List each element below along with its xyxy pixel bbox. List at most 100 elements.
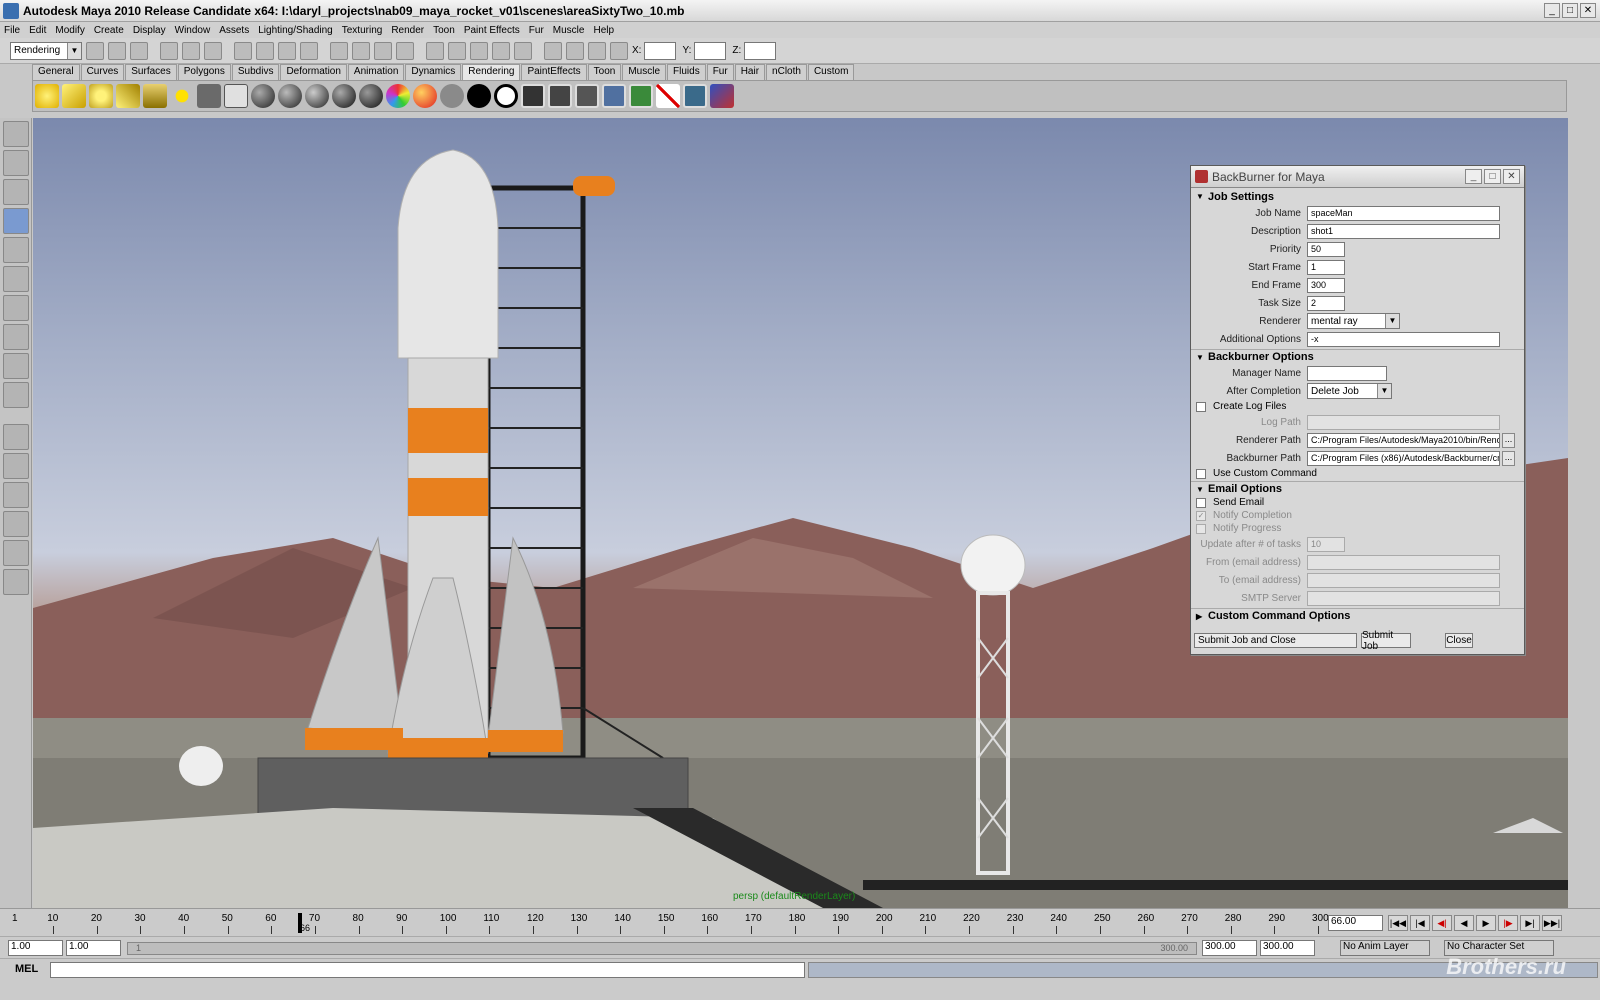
area-light-icon[interactable] [143,84,167,108]
paint-select-tool-icon[interactable] [3,179,29,205]
cancel-render-icon[interactable] [656,84,680,108]
shelf-tab-surfaces[interactable]: Surfaces [125,64,177,80]
play-forwards-icon[interactable]: ▶ [1476,915,1496,931]
move-tool-icon[interactable] [3,208,29,234]
directional-light-icon[interactable] [62,84,86,108]
snap-point-icon[interactable] [278,41,296,60]
renderer-path-field[interactable]: C:/Program Files/Autodesk/Maya2010/bin/R… [1307,432,1500,448]
blinn-sphere-icon[interactable] [278,84,302,108]
menu-create[interactable]: Create [94,25,124,36]
select-hierarchy-icon[interactable] [160,41,178,60]
play-backwards-icon[interactable]: ◀ [1454,915,1474,931]
dialog-maximize-button[interactable]: □ [1484,169,1501,184]
batch-render-icon[interactable] [588,41,606,60]
camera-icon[interactable] [197,84,221,108]
spot-light-icon[interactable] [116,84,140,108]
shelf-tab-animation[interactable]: Animation [347,64,405,80]
ambient-light-icon[interactable] [35,84,59,108]
select-object-icon[interactable] [182,41,200,60]
z-field[interactable] [744,41,777,60]
job-settings-header[interactable]: ▼ Job Settings [1191,189,1524,204]
mel-label[interactable]: MEL [15,963,38,975]
email-options-header[interactable]: ▼ Email Options [1191,481,1524,496]
menu-window[interactable]: Window [175,25,211,36]
history-icon[interactable] [330,41,348,60]
outliner-icon[interactable] [514,41,532,60]
hypershade-layout-icon[interactable] [3,540,29,566]
current-frame-field[interactable]: 66.00 [1328,915,1383,931]
manager-name-field[interactable] [1307,365,1387,381]
maximize-button[interactable]: □ [1562,3,1578,18]
ramp-shader-icon[interactable] [386,84,410,108]
render-view-icon[interactable] [566,41,584,60]
menu-render[interactable]: Render [391,25,424,36]
snap-plane-icon[interactable] [300,41,318,60]
shelf-tab-general[interactable]: General [32,64,80,80]
create-log-files-checkbox[interactable]: Create Log Files [1191,400,1524,413]
shelf-tab-fur[interactable]: Fur [706,64,734,80]
persp-graph-layout-icon[interactable] [3,482,29,508]
step-forward-key-icon[interactable]: ▶| [1520,915,1540,931]
open-scene-icon[interactable] [108,41,126,60]
step-back-frame-icon[interactable]: ◀| [1432,915,1452,931]
end-frame-field[interactable]: 300 [1307,277,1345,293]
render-settings-icon[interactable] [396,41,414,60]
menu-modify[interactable]: Modify [55,25,84,36]
minimize-button[interactable]: _ [1544,3,1560,18]
lock-icon[interactable] [426,41,444,60]
dialog-minimize-button[interactable]: _ [1465,169,1482,184]
additional-options-field[interactable]: -x [1307,331,1500,347]
time-slider[interactable]: 1 10 20 30 40 50 60 70 80 90 100 110 120 130 140 150 16… [0,908,1600,936]
task-size-field[interactable]: 2 [1307,295,1345,311]
command-input[interactable] [50,962,805,978]
ipr-shelf-icon[interactable] [602,84,626,108]
playback-start-field[interactable]: 1.00 [66,940,121,956]
send-email-checkbox[interactable]: Send Email [1191,496,1524,509]
custom-command-options-header[interactable]: ▶ Custom Command Options [1191,608,1524,623]
volume-light-icon[interactable] [170,84,194,108]
universal-manipulator-icon[interactable] [3,295,29,321]
menu-muscle[interactable]: Muscle [553,25,585,36]
submit-job-and-close-button[interactable]: Submit Job and Close [1194,633,1357,648]
batch-render-shelf-icon[interactable] [575,84,599,108]
render-frame-icon[interactable] [352,41,370,60]
hypershade-shelf-icon[interactable] [629,84,653,108]
shelf-tab-dynamics[interactable]: Dynamics [405,64,462,80]
four-view-layout-icon[interactable] [3,453,29,479]
menu-help[interactable]: Help [593,25,614,36]
go-to-end-icon[interactable]: ▶▶| [1542,915,1562,931]
menu-file[interactable]: File [4,25,20,36]
soft-mod-tool-icon[interactable] [3,324,29,350]
tool-settings-icon[interactable] [492,41,510,60]
menu-paint-effects[interactable]: Paint Effects [464,25,520,36]
phonge-sphere-icon[interactable] [332,84,356,108]
render-layer-editor-icon[interactable] [224,84,248,108]
snap-curve-icon[interactable] [256,41,274,60]
lasso-tool-icon[interactable] [3,150,29,176]
description-field[interactable]: shot1 [1307,223,1500,239]
shelf-tab-hair[interactable]: Hair [734,64,766,80]
shelf-tab-subdivs[interactable]: Subdivs [231,64,280,80]
priority-field[interactable]: 50 [1307,241,1345,257]
paint-brush-icon[interactable] [710,84,734,108]
x-field[interactable] [644,41,677,60]
shelf-tab-muscle[interactable]: Muscle [622,64,667,80]
menu-edit[interactable]: Edit [29,25,46,36]
end-time-field[interactable]: 300.00 [1260,940,1315,956]
shading-map-icon[interactable] [494,84,518,108]
single-perspective-layout-icon[interactable] [3,424,29,450]
select-component-icon[interactable] [204,41,222,60]
step-back-key-icon[interactable]: |◀ [1410,915,1430,931]
hypershade-icon[interactable] [544,41,562,60]
rotate-tool-icon[interactable] [3,237,29,263]
submit-job-button[interactable]: Submit Job [1361,630,1411,652]
anisotropic-sphere-icon[interactable] [359,84,383,108]
channel-box-icon[interactable] [448,41,466,60]
scale-tool-icon[interactable] [3,266,29,292]
shelf-tab-deformation[interactable]: Deformation [280,64,347,80]
menuset-select[interactable]: Rendering ▼ [10,41,82,60]
use-background-icon[interactable] [467,84,491,108]
shelf-tab-toon[interactable]: Toon [587,64,622,80]
backburner-options-header[interactable]: ▼ Backburner Options [1191,349,1524,364]
persp-outliner-layout-icon[interactable] [3,511,29,537]
